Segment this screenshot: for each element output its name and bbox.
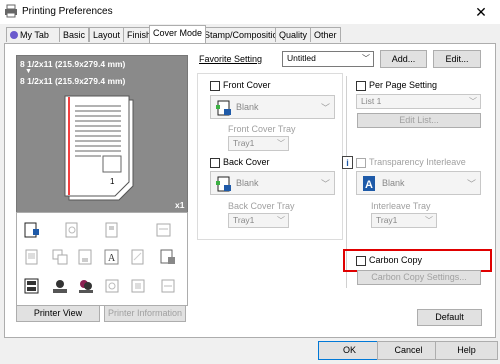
proof-print-icon [161, 279, 175, 293]
account-track-icon [79, 280, 93, 293]
cancel-button[interactable]: Cancel [377, 341, 440, 360]
interleave-tray-label: Interleave Tray [371, 201, 431, 211]
back-cover-tray-label: Back Cover Tray [228, 201, 295, 211]
help-button[interactable]: Help [435, 341, 498, 360]
edit-favorite-button[interactable]: Edit... [433, 50, 481, 68]
interleave-tray-select[interactable]: Tray1 ﹀ [371, 213, 437, 228]
print-quality-icon [24, 278, 39, 294]
chevron-down-icon: ﹀ [320, 179, 330, 189]
preview-paper-size: 8 1/2x11 (215.9x279.4 mm) [20, 59, 126, 69]
cover-page-icon [24, 222, 39, 238]
printer-view-button[interactable]: Printer View [16, 305, 100, 322]
transparency-icon: A [363, 176, 375, 191]
chevron-down-icon: ﹀ [277, 139, 285, 148]
save-box-icon [105, 279, 119, 293]
front-cover-select[interactable]: Blank ﹀ [210, 95, 335, 119]
svg-text:1: 1 [110, 177, 115, 186]
transparency-interleave-label: Transparency Interleave [369, 157, 466, 167]
user-icon [10, 31, 18, 39]
chevron-down-icon: ﹀ [320, 103, 330, 113]
tab-layout[interactable]: Layout [89, 27, 125, 42]
front-cover-tray-select[interactable]: Tray1 ﹀ [228, 136, 289, 151]
preview-copies: x1 [175, 200, 185, 210]
stamp-icon [160, 249, 175, 264]
transparency-interleave-select[interactable]: A Blank ﹀ [356, 171, 481, 195]
watermark-icon [131, 249, 144, 265]
tab-basic[interactable]: Basic [59, 27, 90, 42]
printer-information-button[interactable]: Printer Information [104, 305, 186, 322]
paper-preview: 8 1/2x11 (215.9x279.4 mm) ▼ 8 1/2x11 (21… [16, 55, 188, 214]
transparency-interleave-checkbox[interactable] [356, 158, 366, 168]
tab-cover-mode[interactable]: Cover Mode [149, 25, 207, 43]
front-cover-icon [216, 100, 231, 116]
per-page-list-select[interactable]: List 1 ﹀ [356, 94, 481, 109]
default-button[interactable]: Default [417, 309, 482, 326]
svg-text:A: A [108, 253, 116, 264]
tab-stamp-composition[interactable]: Stamp/Composition [200, 27, 287, 42]
window-title: Printing Preferences [22, 6, 113, 17]
preview-arrow-icon: ▼ [25, 68, 32, 75]
edit-list-button[interactable]: Edit List... [357, 113, 481, 128]
staple-icon [65, 222, 78, 238]
ok-button[interactable]: OK [318, 341, 381, 360]
back-cover-checkbox[interactable] [210, 158, 220, 168]
secure-print-icon [131, 279, 145, 293]
combine-icon [52, 249, 68, 265]
favorite-setting-select[interactable]: Untitled ﹀ [282, 51, 374, 67]
duplex-icon [25, 249, 38, 265]
back-cover-tray-select[interactable]: Tray1 ﹀ [228, 213, 289, 228]
tab-quality[interactable]: Quality [275, 27, 312, 42]
printer-icon [5, 4, 17, 18]
chevron-down-icon: ﹀ [277, 216, 285, 225]
front-cover-label: Front Cover [223, 80, 271, 90]
front-cover-tray-label: Front Cover Tray [228, 124, 296, 134]
chevron-down-icon: ﹀ [469, 97, 477, 106]
favorite-setting-label: Favorite Setting [199, 54, 263, 64]
front-cover-checkbox[interactable] [210, 81, 220, 91]
add-favorite-button[interactable]: Add... [380, 50, 427, 68]
tab-my-tab[interactable]: My Tab [6, 27, 60, 42]
function-icon-panel: A [16, 212, 188, 306]
chevron-down-icon: ﹀ [425, 216, 433, 225]
per-page-setting-label: Per Page Setting [369, 80, 438, 90]
layout-icon [105, 222, 118, 238]
back-cover-select[interactable]: Blank ﹀ [210, 171, 335, 195]
per-page-setting-checkbox[interactable] [356, 81, 366, 91]
document-preview-icon: 1 [64, 95, 134, 201]
chevron-down-icon: ﹀ [466, 179, 476, 189]
back-cover-label: Back Cover [223, 157, 270, 167]
chevron-down-icon: ﹀ [362, 54, 370, 63]
column-separator [346, 76, 347, 156]
zoom-icon [78, 249, 92, 265]
booklet-icon [156, 223, 171, 237]
text-icon: A [104, 249, 119, 265]
user-auth-icon [53, 280, 67, 293]
carbon-copy-settings-button[interactable]: Carbon Copy Settings... [357, 270, 481, 285]
preview-output-size: 8 1/2x11 (215.9x279.4 mm) [20, 76, 126, 86]
close-icon[interactable]: ✕ [470, 3, 492, 21]
tab-other[interactable]: Other [310, 27, 341, 42]
highlight-box [343, 249, 492, 272]
info-icon: i [342, 156, 353, 169]
back-cover-icon [216, 176, 231, 192]
svg-text:A: A [365, 179, 373, 191]
